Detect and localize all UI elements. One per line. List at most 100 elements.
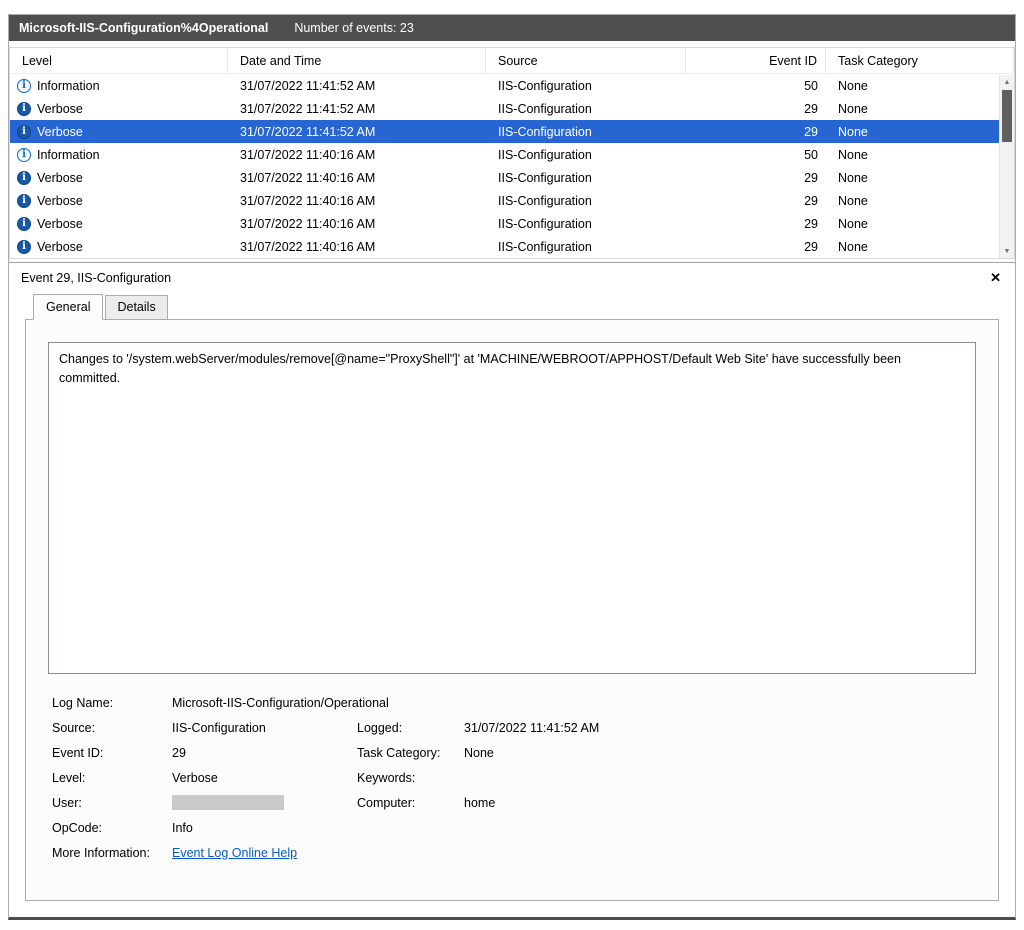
scroll-down-icon[interactable]: ▼ [1000,244,1014,258]
event-id-value: 29 [172,746,357,760]
level-text: Verbose [37,125,83,139]
verbose-icon: i [17,217,31,231]
event-id-cell: 50 [686,74,826,97]
level-cell: i Information [10,74,228,97]
column-header-level[interactable]: Level [10,48,228,73]
source-cell: IIS-Configuration [486,212,686,235]
datetime-cell: 31/07/2022 11:40:16 AM [228,235,486,258]
source-cell: IIS-Configuration [486,143,686,166]
column-header-source[interactable]: Source [486,48,686,73]
source-cell: IIS-Configuration [486,166,686,189]
source-cell: IIS-Configuration [486,189,686,212]
level-label: Level: [52,771,172,785]
source-cell: IIS-Configuration [486,235,686,258]
datetime-cell: 31/07/2022 11:40:16 AM [228,189,486,212]
verbose-icon: i [17,194,31,208]
event-list: Level Date and Time Source Event ID Task… [9,47,1015,259]
more-information-value: Event Log Online Help [172,846,976,860]
keywords-label: Keywords: [357,771,464,785]
source-cell: IIS-Configuration [486,120,686,143]
level-cell: i Verbose [10,212,228,235]
source-label: Source: [52,721,172,735]
verbose-icon: i [17,240,31,254]
datetime-cell: 31/07/2022 11:40:16 AM [228,166,486,189]
column-header-task-category[interactable]: Task Category [826,48,1014,73]
column-header-row: Level Date and Time Source Event ID Task… [10,48,1014,74]
event-count-label: Number of events: 23 [294,21,414,35]
log-name-value: Microsoft-IIS-Configuration/Operational [172,696,976,710]
verbose-icon: i [17,171,31,185]
table-row[interactable]: i Verbose 31/07/2022 11:40:16 AM IIS-Con… [10,212,1014,235]
task-category-cell: None [826,74,1014,97]
level-text: Verbose [37,217,83,231]
user-redacted-box [172,795,284,810]
source-cell: IIS-Configuration [486,97,686,120]
task-category-cell: None [826,189,1014,212]
verbose-icon: i [17,125,31,139]
event-id-cell: 29 [686,166,826,189]
level-cell: i Verbose [10,235,228,258]
datetime-cell: 31/07/2022 11:40:16 AM [228,143,486,166]
task-category-cell: None [826,120,1014,143]
detail-tabs: General Details [9,293,1015,319]
information-icon: i [17,79,31,93]
datetime-cell: 31/07/2022 11:41:52 AM [228,120,486,143]
opcode-value: Info [172,821,976,835]
level-text: Information [37,148,100,162]
level-text: Information [37,79,100,93]
level-cell: i Verbose [10,120,228,143]
task-category-value: None [464,746,976,760]
column-header-date-and-time[interactable]: Date and Time [228,48,486,73]
task-category-cell: None [826,212,1014,235]
event-log-online-help-link[interactable]: Event Log Online Help [172,846,297,860]
task-category-cell: None [826,166,1014,189]
event-id-cell: 29 [686,97,826,120]
source-cell: IIS-Configuration [486,74,686,97]
event-id-cell: 29 [686,235,826,258]
tab-general[interactable]: General [33,294,103,320]
level-value: Verbose [172,771,357,785]
tab-details[interactable]: Details [105,295,167,320]
level-cell: i Verbose [10,189,228,212]
scroll-up-icon[interactable]: ▲ [1000,75,1014,89]
event-id-cell: 50 [686,143,826,166]
logged-label: Logged: [357,721,464,735]
level-cell: i Information [10,143,228,166]
table-row[interactable]: i Information 31/07/2022 11:40:16 AM IIS… [10,143,1014,166]
event-id-label: Event ID: [52,746,172,760]
scrollbar-thumb[interactable] [1002,90,1012,142]
more-information-label: More Information: [52,846,172,860]
level-text: Verbose [37,194,83,208]
user-label: User: [52,796,172,810]
log-name-title: Microsoft-IIS-Configuration%4Operational [19,21,268,35]
opcode-label: OpCode: [52,821,172,835]
table-row[interactable]: i Verbose 31/07/2022 11:40:16 AM IIS-Con… [10,166,1014,189]
user-value [172,795,357,810]
event-detail-pane: Event 29, IIS-Configuration ✕ General De… [9,262,1015,917]
level-text: Verbose [37,240,83,254]
event-id-cell: 29 [686,189,826,212]
event-message-text: Changes to '/system.webServer/modules/re… [59,352,901,385]
table-row[interactable]: i Verbose 31/07/2022 11:41:52 AM IIS-Con… [10,97,1014,120]
table-row[interactable]: i Verbose 31/07/2022 11:41:52 AM IIS-Con… [10,120,1014,143]
column-header-event-id[interactable]: Event ID [686,48,826,73]
level-cell: i Verbose [10,97,228,120]
event-id-cell: 29 [686,212,826,235]
table-row[interactable]: i Information 31/07/2022 11:41:52 AM IIS… [10,74,1014,97]
level-text: Verbose [37,102,83,116]
information-icon: i [17,148,31,162]
table-row[interactable]: i Verbose 31/07/2022 11:40:16 AM IIS-Con… [10,189,1014,212]
datetime-cell: 31/07/2022 11:41:52 AM [228,74,486,97]
datetime-cell: 31/07/2022 11:40:16 AM [228,212,486,235]
task-category-cell: None [826,97,1014,120]
computer-value: home [464,796,976,810]
event-properties: Log Name: Microsoft-IIS-Configuration/Op… [52,690,976,865]
event-rows: i Information 31/07/2022 11:41:52 AM IIS… [10,74,1014,258]
event-id-cell: 29 [686,120,826,143]
table-row[interactable]: i Verbose 31/07/2022 11:40:16 AM IIS-Con… [10,235,1014,258]
computer-label: Computer: [357,796,464,810]
close-icon[interactable]: ✕ [990,270,1001,286]
task-category-cell: None [826,235,1014,258]
list-scrollbar[interactable]: ▲ ▼ [999,75,1014,258]
event-message-box: Changes to '/system.webServer/modules/re… [48,342,976,674]
